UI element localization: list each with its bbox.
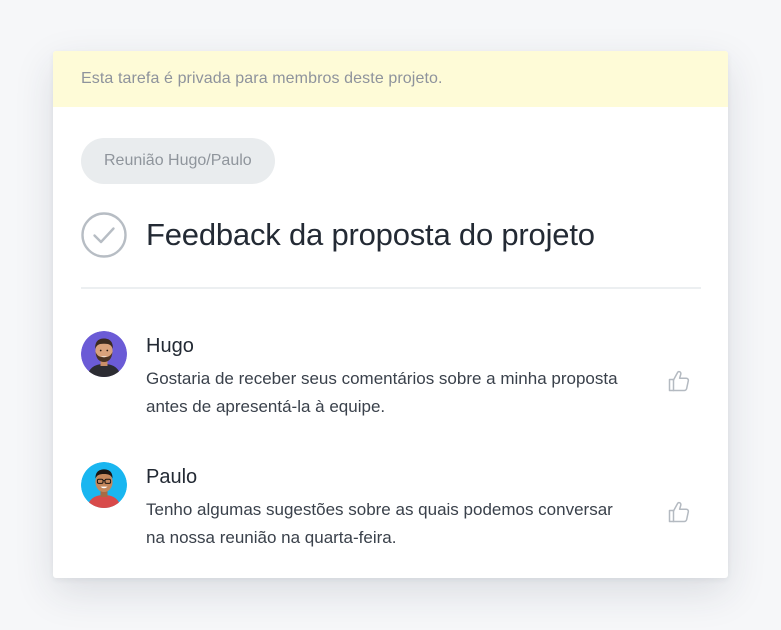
check-circle-icon[interactable] <box>81 212 127 258</box>
divider <box>81 287 701 289</box>
privacy-notice-text: Esta tarefa é privada para membros deste… <box>81 70 443 87</box>
task-title-row: Feedback da proposta do projeto <box>81 212 595 258</box>
comment-author: Hugo <box>146 335 194 357</box>
comment-text: Gostaria de receber seus comentários sob… <box>146 369 618 416</box>
thumbs-up-icon[interactable] <box>667 369 691 393</box>
task-title: Feedback da proposta do projeto <box>146 217 595 252</box>
avatar-paulo <box>81 462 127 508</box>
privacy-banner: Esta tarefa é privada para membros deste… <box>53 51 728 107</box>
comment-text: Tenho algumas sugestões sobre as quais p… <box>146 500 613 547</box>
comment-author: Paulo <box>146 466 198 488</box>
thumbs-up-icon[interactable] <box>667 500 691 524</box>
task-card: Esta tarefa é privada para membros deste… <box>53 51 728 578</box>
avatar-hugo <box>81 331 127 377</box>
tag-chip[interactable]: Reunião Hugo/Paulo <box>81 138 275 184</box>
